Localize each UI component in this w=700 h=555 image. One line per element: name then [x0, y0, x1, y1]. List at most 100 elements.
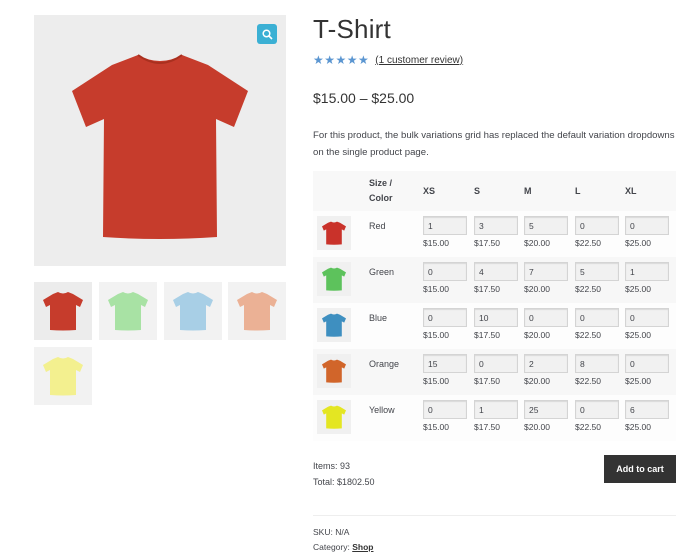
variation-price: $22.50 — [575, 376, 601, 386]
variation-price: $25.00 — [625, 330, 651, 340]
price-range: $15.00 – $25.00 — [313, 90, 415, 106]
product-main-image[interactable] — [34, 15, 286, 266]
grid-header-row: Size / Color XS S M L XL — [313, 171, 676, 211]
variation-cell: $22.50 — [575, 211, 625, 257]
variation-cell: $20.00 — [524, 349, 575, 395]
add-to-cart-button[interactable]: Add to cart — [604, 455, 676, 483]
variation-price: $17.50 — [474, 330, 500, 340]
variation-price: $20.00 — [524, 376, 550, 386]
variation-cell: $22.50 — [575, 395, 625, 441]
variation-color-cell: Red — [369, 211, 423, 257]
qty-input-green-xs[interactable] — [423, 262, 467, 281]
grid-header-image — [313, 171, 369, 211]
tshirt-main-image — [72, 54, 248, 239]
qty-input-blue-xl[interactable] — [625, 308, 669, 327]
variation-cell: $15.00 — [423, 303, 474, 349]
tshirt-swatch-icon — [317, 216, 351, 250]
variation-image-cell — [313, 211, 369, 257]
grid-header-size-xl: XL — [625, 171, 676, 211]
order-summary: Items: 93 Total: $1802.50 — [313, 458, 375, 490]
qty-input-blue-l[interactable] — [575, 308, 619, 327]
variation-cell: $20.00 — [524, 211, 575, 257]
variation-price: $25.00 — [625, 238, 651, 248]
qty-input-orange-l[interactable] — [575, 354, 619, 373]
variation-image-cell — [313, 349, 369, 395]
thumbnail-red[interactable] — [34, 282, 92, 340]
qty-input-green-m[interactable] — [524, 262, 568, 281]
thumbnail-orange[interactable] — [228, 282, 286, 340]
items-count: Items: 93 — [313, 461, 351, 471]
variation-cell: $22.50 — [575, 349, 625, 395]
grid-header-size-l: L — [575, 171, 625, 211]
color-name: Yellow — [369, 405, 395, 415]
tshirt-swatch-icon — [317, 400, 351, 434]
variation-cell: $25.00 — [625, 303, 676, 349]
qty-input-red-xl[interactable] — [625, 216, 669, 235]
qty-input-orange-m[interactable] — [524, 354, 568, 373]
tshirt-swatch-icon — [317, 354, 351, 388]
variation-price: $17.50 — [474, 284, 500, 294]
qty-input-green-s[interactable] — [474, 262, 518, 281]
product-description: For this product, the bulk variations gr… — [313, 130, 675, 158]
variation-price: $22.50 — [575, 422, 601, 432]
variation-price: $15.00 — [423, 376, 449, 386]
qty-input-orange-s[interactable] — [474, 354, 518, 373]
qty-input-orange-xs[interactable] — [423, 354, 467, 373]
thumbnail-blue[interactable] — [164, 282, 222, 340]
variation-color-cell: Green — [369, 257, 423, 303]
variation-price: $17.50 — [474, 376, 500, 386]
grid-row-blue: Blue $15.00 $17.50 $20.00 $22.50 $25.00 — [313, 303, 676, 349]
variation-price: $20.00 — [524, 238, 550, 248]
variation-price: $17.50 — [474, 422, 500, 432]
variation-price: $22.50 — [575, 330, 601, 340]
qty-input-blue-xs[interactable] — [423, 308, 467, 327]
thumbnail-green[interactable] — [99, 282, 157, 340]
qty-input-green-l[interactable] — [575, 262, 619, 281]
variation-price: $15.00 — [423, 330, 449, 340]
variation-cell: $20.00 — [524, 257, 575, 303]
grid-header-size-s: S — [474, 171, 524, 211]
grid-header-size-m: M — [524, 171, 575, 211]
variation-cell: $15.00 — [423, 395, 474, 441]
product-rating: ★★★★★ (1 customer review) — [313, 53, 463, 67]
qty-input-red-m[interactable] — [524, 216, 568, 235]
product-category: Category: Shop — [313, 540, 373, 555]
qty-input-yellow-xl[interactable] — [625, 400, 669, 419]
customer-review-link[interactable]: (1 customer review) — [375, 55, 463, 66]
variation-cell: $25.00 — [625, 349, 676, 395]
qty-input-green-xl[interactable] — [625, 262, 669, 281]
variation-price: $25.00 — [625, 284, 651, 294]
thumbnail-yellow[interactable] — [34, 347, 92, 405]
grid-row-red: Red $15.00 $17.50 $20.00 $22.50 $25.00 — [313, 211, 676, 257]
variation-cell: $15.00 — [423, 257, 474, 303]
qty-input-red-xs[interactable] — [423, 216, 467, 235]
variation-cell: $25.00 — [625, 395, 676, 441]
variation-image-cell — [313, 303, 369, 349]
qty-input-yellow-l[interactable] — [575, 400, 619, 419]
qty-input-blue-s[interactable] — [474, 308, 518, 327]
qty-input-yellow-m[interactable] — [524, 400, 568, 419]
variation-price: $20.00 — [524, 284, 550, 294]
variation-cell: $15.00 — [423, 211, 474, 257]
qty-input-red-s[interactable] — [474, 216, 518, 235]
qty-input-orange-xl[interactable] — [625, 354, 669, 373]
color-name: Orange — [369, 359, 400, 369]
variation-cell: $25.00 — [625, 257, 676, 303]
bulk-variations-grid: Size / Color XS S M L XL Red $15.00 $17.50… — [313, 171, 676, 441]
grid-row-yellow: Yellow $15.00 $17.50 $20.00 $22.50 $25.00 — [313, 395, 676, 441]
qty-input-red-l[interactable] — [575, 216, 619, 235]
qty-input-blue-m[interactable] — [524, 308, 568, 327]
zoom-icon[interactable] — [257, 24, 277, 44]
variation-cell: $17.50 — [474, 257, 524, 303]
variation-color-cell: Blue — [369, 303, 423, 349]
order-total: Total: $1802.50 — [313, 477, 375, 487]
variation-price: $15.00 — [423, 422, 449, 432]
product-title: T-Shirt — [313, 14, 391, 44]
grid-row-green: Green $15.00 $17.50 $20.00 $22.50 $25.00 — [313, 257, 676, 303]
qty-input-yellow-s[interactable] — [474, 400, 518, 419]
variation-price: $25.00 — [625, 422, 651, 432]
star-rating-icon: ★★★★★ — [313, 53, 370, 67]
qty-input-yellow-xs[interactable] — [423, 400, 467, 419]
variation-color-cell: Yellow — [369, 395, 423, 441]
variation-price: $22.50 — [575, 284, 601, 294]
